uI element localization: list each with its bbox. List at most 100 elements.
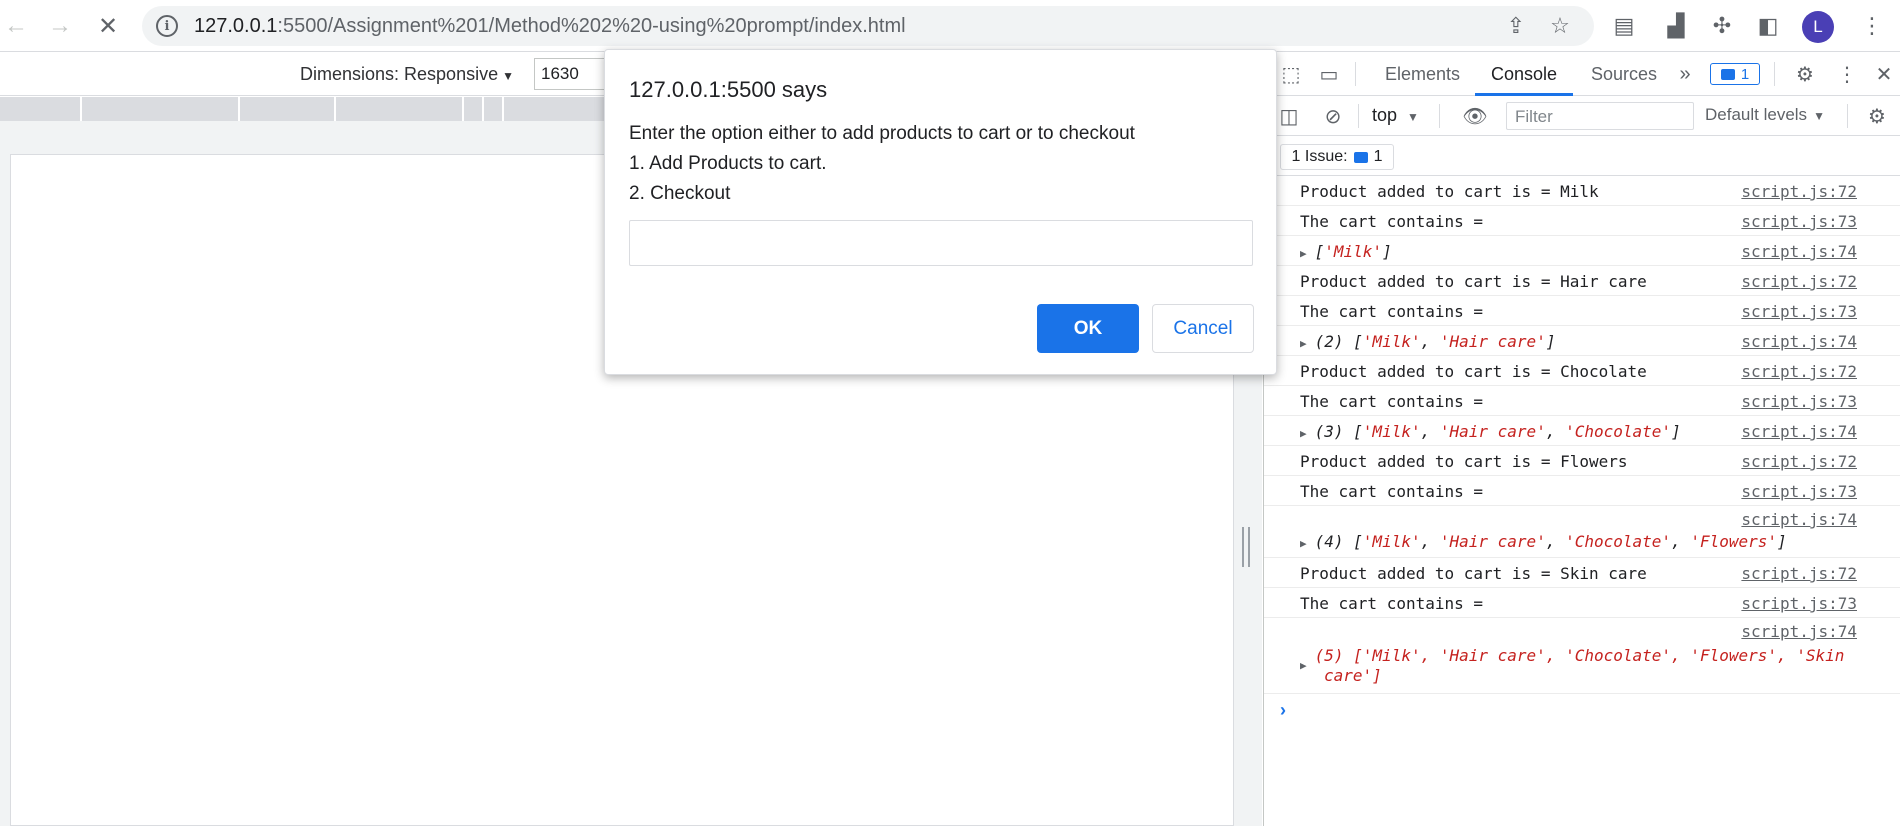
viewport-resize-handle[interactable] [1242,527,1250,567]
source-link[interactable]: script.js:72 [1741,564,1857,583]
browser-menu-icon[interactable]: ⋮ [1856,10,1888,42]
log-message: Product added to cart is = Skin care [1300,564,1647,583]
context-select[interactable]: top ▼ [1372,105,1419,126]
live-expression-eye-icon[interactable]: 👁 [1460,101,1490,131]
source-link[interactable]: script.js:72 [1741,362,1857,381]
more-tabs-icon[interactable]: » [1670,59,1700,89]
source-link[interactable]: script.js:74 [1741,422,1857,441]
source-link[interactable]: script.js:73 [1741,594,1857,613]
log-message: Product added to cart is = Chocolate [1300,362,1647,381]
dialog-title: 127.0.0.1:5500 says [629,77,828,102]
console-log-row: Product added to cart is = Chocolate scr… [1264,356,1900,386]
array-item: 'Hair care' [1439,532,1546,551]
forward-arrow-icon[interactable]: → [44,10,76,42]
ruler-segment[interactable] [462,97,464,121]
ruler-segment[interactable] [334,97,336,121]
console-log-row: Product added to cart is = Skin care scr… [1264,558,1900,588]
dialog-message-line: 1. Add Products to cart. [629,153,827,174]
ruler-segment[interactable] [482,97,484,121]
array-expander[interactable]: ▶ ['Milk'] [1300,242,1392,261]
divider [1774,62,1775,86]
console-log-row: Product added to cart is = Hair care scr… [1264,266,1900,296]
cancel-button[interactable]: Cancel [1152,304,1254,353]
array-item: 'Flowers' [1690,532,1778,551]
source-link[interactable]: script.js:73 [1741,392,1857,411]
array-expander[interactable]: ▶ (2) ['Milk', 'Hair care'] [1300,332,1555,351]
source-link[interactable]: script.js:74 [1741,622,1857,641]
ruler-segment[interactable] [502,97,504,121]
divider [1439,104,1440,128]
source-link[interactable]: script.js:74 [1741,510,1857,529]
log-levels-select[interactable]: Default levels ▼ [1705,105,1825,125]
profile-avatar[interactable]: L [1802,11,1834,43]
ruler-segment[interactable] [238,97,240,121]
tab-sources[interactable]: Sources [1591,64,1657,85]
console-log-row: The cart contains = script.js:73 [1264,588,1900,618]
array-item: 'Milk' [1324,242,1383,261]
expand-triangle-icon: ▶ [1300,427,1307,440]
console-filter-input[interactable]: Filter [1506,102,1694,130]
viewport-width-input[interactable]: 1630 [534,58,614,90]
browser-toolbar: ← → ✕ i 127.0.0.1:5500/Assignment%201/Me… [0,0,1900,52]
array-expander[interactable]: ▶ (3) ['Milk', 'Hair care', 'Chocolate'] [1300,422,1681,441]
array-expander[interactable]: ▶ (5) ['Milk', 'Hair care', 'Chocolate', … [1300,646,1844,672]
close-devtools-icon[interactable]: ✕ [1869,59,1899,89]
address-bar[interactable]: i 127.0.0.1:5500/Assignment%201/Method%2… [142,6,1594,46]
issues-count-button[interactable]: 1 Issue: 1 [1280,144,1394,170]
array-item: 'Milk' [1362,532,1421,551]
log-message: The cart contains = [1300,302,1484,321]
pdf-extension-icon[interactable]: ▤ [1608,10,1640,42]
source-link[interactable]: script.js:72 [1741,182,1857,201]
console-filter-bar: ◫ ⊘ top ▼ 👁 Filter Default levels ▼ ⚙ [1264,96,1900,136]
source-link[interactable]: script.js:73 [1741,482,1857,501]
console-log-row: The cart contains = script.js:73 [1264,296,1900,326]
console-log-row: Product added to cart is = Flowers scrip… [1264,446,1900,476]
sidebar-toggle-icon[interactable]: ◫ [1274,101,1304,131]
dimensions-select[interactable]: Dimensions: Responsive ▼ [300,64,514,85]
expand-triangle-icon: ▶ [1300,337,1307,350]
settings-gear-icon[interactable]: ⚙ [1790,59,1820,89]
expand-triangle-icon: ▶ [1300,659,1307,672]
message-icon [1720,68,1735,80]
array-preview-line2: care'] [1324,666,1382,685]
console-log-row: script.js:74 ▶ (4) ['Milk', 'Hair care', … [1264,506,1900,558]
ruler-segment[interactable] [80,97,82,121]
source-link[interactable]: script.js:72 [1741,452,1857,471]
tab-elements[interactable]: Elements [1385,64,1460,85]
inspect-element-icon[interactable]: ⬚ [1276,59,1306,89]
dialog-message-line: 2. Checkout [629,183,731,204]
device-toggle-icon[interactable]: ▭ [1314,59,1344,89]
side-panel-icon[interactable]: ◧ [1752,10,1784,42]
expand-triangle-icon: ▶ [1300,537,1307,550]
extensions-puzzle-icon[interactable]: ✣ [1706,10,1738,42]
console-log-row: ▶ (2) ['Milk', 'Hair care'] script.js:74 [1264,326,1900,356]
source-link[interactable]: script.js:72 [1741,272,1857,291]
console-settings-gear-icon[interactable]: ⚙ [1862,101,1892,131]
source-link[interactable]: script.js:73 [1741,212,1857,231]
stop-loading-icon[interactable]: ✕ [92,10,124,42]
array-item: 'Hair care' [1439,422,1546,441]
console-log-row: The cart contains = script.js:73 [1264,386,1900,416]
dialog-text-input[interactable] [629,220,1253,266]
ok-button[interactable]: OK [1037,304,1139,353]
console-log-row: script.js:74 ▶ (5) ['Milk', 'Hair care', … [1264,618,1900,694]
issues-badge[interactable]: 1 [1710,63,1760,85]
site-info-icon[interactable]: i [156,15,178,37]
array-item: 'Chocolate' [1565,532,1672,551]
devtools-menu-icon[interactable]: ⋮ [1832,59,1862,89]
console-prompt-chevron-icon[interactable]: › [1280,700,1286,721]
back-arrow-icon[interactable]: ← [0,10,32,42]
analytics-extension-icon[interactable]: ▟ [1660,10,1692,42]
share-icon[interactable]: ⇪ [1502,12,1530,40]
source-link[interactable]: script.js:73 [1741,302,1857,321]
tab-console[interactable]: Console [1491,64,1557,85]
source-link[interactable]: script.js:74 [1741,332,1857,351]
message-icon [1353,151,1368,163]
url-text[interactable]: 127.0.0.1:5500/Assignment%201/Method%202… [194,15,906,38]
caret-down-icon: ▼ [1813,109,1825,123]
bookmark-star-icon[interactable]: ☆ [1546,12,1574,40]
array-expander[interactable]: ▶ (4) ['Milk', 'Hair care', 'Chocolate', … [1300,532,1787,551]
clear-console-icon[interactable]: ⊘ [1318,101,1348,131]
source-link[interactable]: script.js:74 [1741,242,1857,261]
log-message: The cart contains = [1300,482,1484,501]
